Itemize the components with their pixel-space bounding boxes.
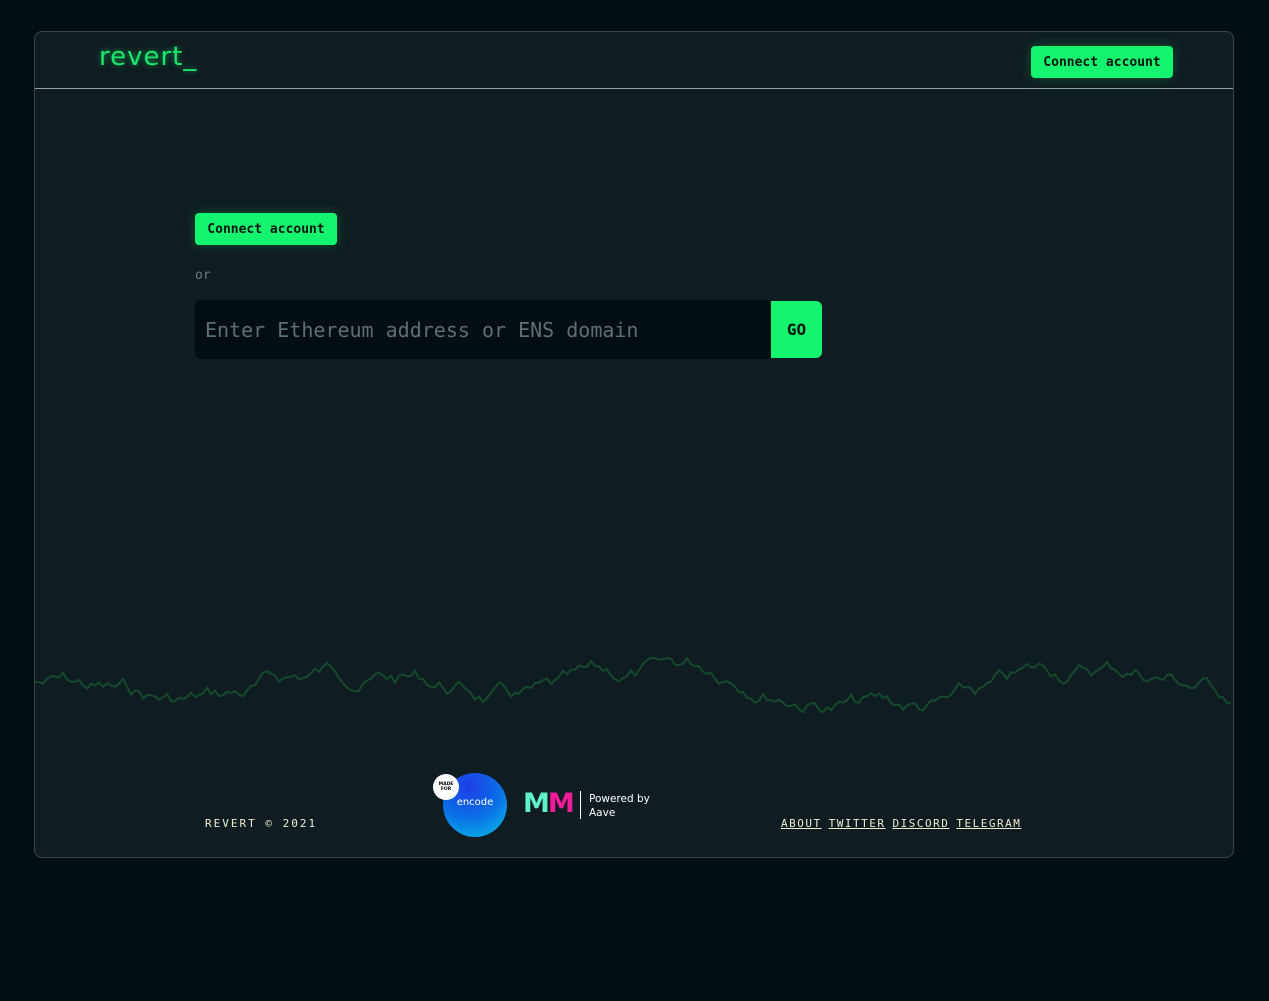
aave-text: Aave xyxy=(589,807,616,819)
header: revert_ Connect account xyxy=(35,32,1233,89)
or-label: or xyxy=(195,268,211,283)
footer-link-about[interactable]: ABOUT xyxy=(781,817,822,830)
powered-by-aave: Powered by Aave xyxy=(589,792,650,820)
app-frame: revert_ Connect account Connect account … xyxy=(34,31,1234,858)
logo-divider xyxy=(580,791,581,819)
connect-account-button[interactable]: Connect account xyxy=(195,213,337,245)
encode-logo-text: encode xyxy=(456,797,494,808)
made-for-badge: MADE FOR xyxy=(433,774,459,800)
header-connect-account-button[interactable]: Connect account xyxy=(1031,46,1173,78)
decorative-wave-line xyxy=(35,656,1232,714)
copyright-text: REVERT © 2021 xyxy=(205,817,318,830)
footer-link-telegram[interactable]: TELEGRAM xyxy=(956,817,1021,830)
footer-links: ABOUT TWITTER DISCORD TELEGRAM xyxy=(781,817,1028,830)
address-search-input[interactable] xyxy=(195,300,770,359)
logo[interactable]: revert_ xyxy=(99,42,197,72)
powered-by-text: Powered by xyxy=(589,793,650,805)
footer-link-twitter[interactable]: TWITTER xyxy=(829,817,886,830)
mm-logo[interactable]: MM xyxy=(523,788,575,819)
go-button[interactable]: GO xyxy=(771,301,822,358)
footer-link-discord[interactable]: DISCORD xyxy=(892,817,949,830)
wave-path xyxy=(35,656,1232,714)
